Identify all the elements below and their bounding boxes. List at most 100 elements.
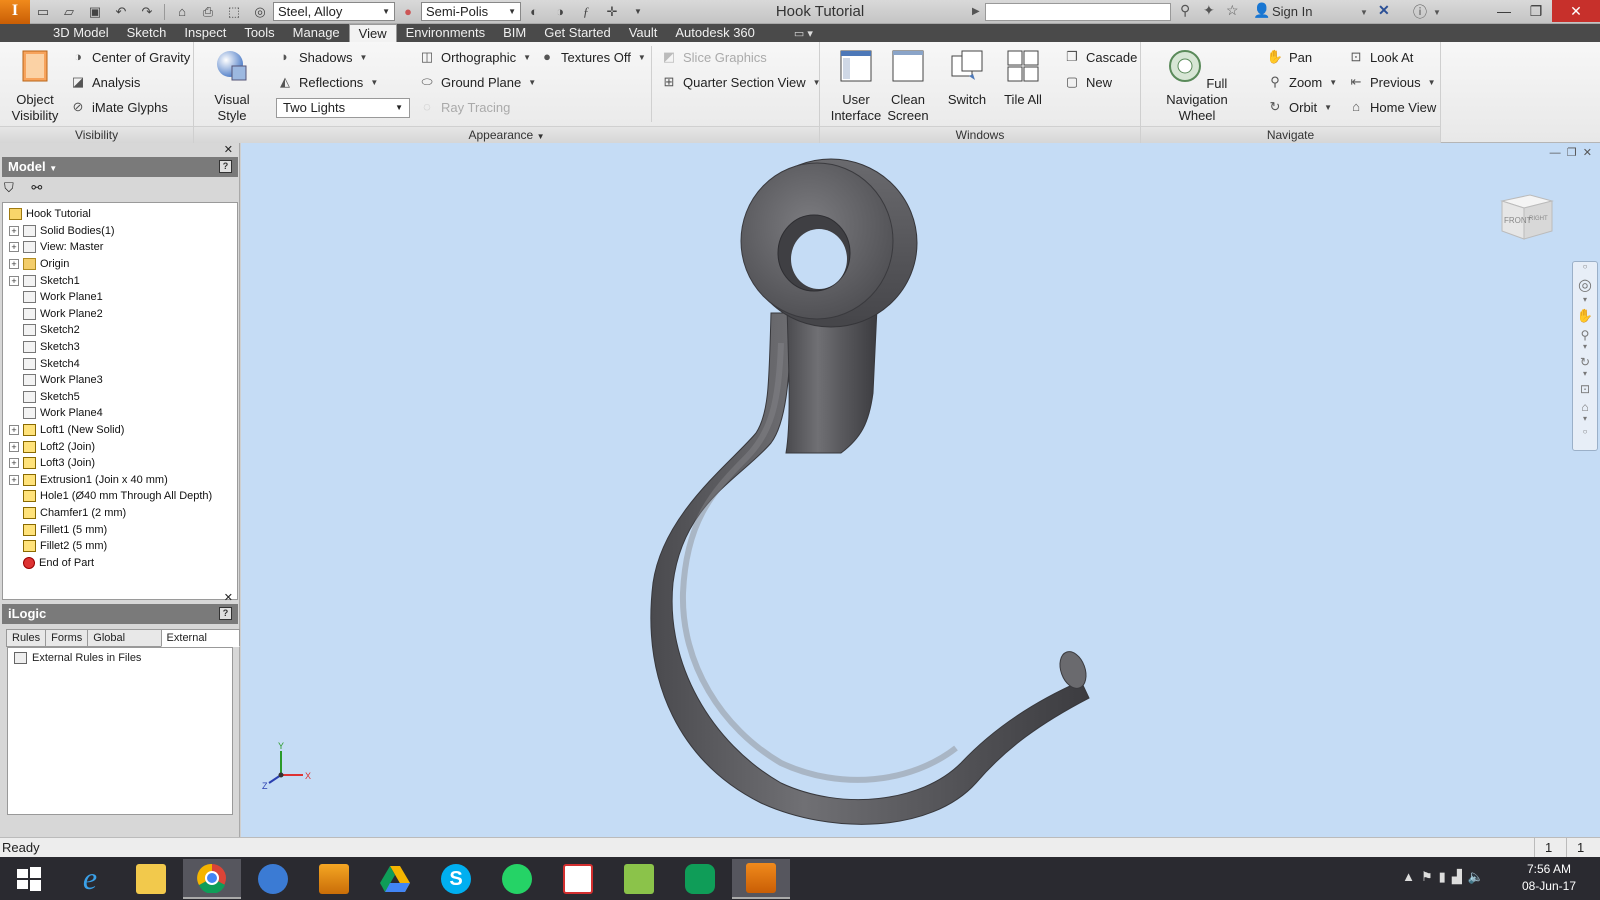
tree-item[interactable]: + Solid Bodies(1) [3,223,237,240]
object-visibility-button[interactable]: Object Visibility [6,48,64,124]
help-icon[interactable]: ? [219,607,232,620]
taskbar-hangouts[interactable] [671,859,729,899]
orbit-dropdown[interactable]: ↻ Orbit ▼ [1266,99,1333,115]
home-icon[interactable]: ⌂ [171,2,193,22]
hook-model[interactable] [241,143,1600,837]
expand-search-icon[interactable]: ▶ [972,6,980,17]
inventor-logo[interactable]: I [0,0,30,24]
expand-plus-icon[interactable]: + [9,242,19,253]
find-binoculars-icon[interactable]: ⚯ [31,180,42,195]
communication-icon[interactable]: ✦ [1203,2,1215,19]
minimize-icon[interactable]: — [1488,0,1520,22]
clean-screen-button[interactable]: Clean Screen [884,48,932,124]
adjust-appearance-icon[interactable]: ◐ [523,2,545,22]
taskbar-google-drive[interactable] [366,859,424,899]
visual-style-button[interactable]: Visual Style [202,48,262,124]
tray-expand-icon[interactable]: ▲ [1402,869,1421,884]
battery-icon[interactable]: ▮ [1439,869,1452,884]
volume-icon[interactable]: 🔈 [1468,869,1490,884]
pan-button[interactable]: ✋ Pan [1266,49,1312,65]
material-select[interactable]: Steel, Alloy ▼ [273,2,395,21]
expand-plus-icon[interactable]: + [9,474,19,485]
tree-item[interactable]: Hook Tutorial [3,206,237,223]
look-at-button[interactable]: ⊡ Look At [1347,49,1414,65]
print-icon[interactable]: ⎙ [197,2,219,22]
tab-forms[interactable]: Forms [45,629,89,647]
tree-item[interactable]: + View: Master [3,239,237,256]
help-icon[interactable]: ? [219,160,232,173]
tab-tools[interactable]: Tools [235,24,283,42]
tab-3d-model[interactable]: 3D Model [44,24,118,42]
expand-plus-icon[interactable]: + [9,458,19,469]
model-browser-header[interactable]: Model ▼ ? [2,157,238,177]
zoom-dropdown[interactable]: ⚲ Zoom ▼ [1266,74,1337,90]
taskbar-chrome[interactable] [183,858,241,899]
analysis-button[interactable]: ◪ Analysis [69,74,141,90]
tree-item[interactable]: Sketch3 [3,339,237,356]
appearance-select[interactable]: Semi-Polis ▼ [421,2,521,21]
tree-item[interactable]: + Extrusion1 (Join x 40 mm) [3,472,237,489]
exchange-apps-icon[interactable]: ✕ [1378,2,1390,19]
slice-graphics-button[interactable]: ◩ Slice Graphics [660,49,767,65]
tab-global-forms[interactable]: Global Forms [87,629,162,660]
tree-item[interactable]: Chamfer1 (2 mm) [3,505,237,522]
parameters-icon[interactable]: ƒ [575,2,597,22]
tab-external-rules[interactable]: External Rules [160,629,240,660]
start-button[interactable] [0,859,58,899]
chevron-down-icon[interactable]: ▼ [1360,8,1368,17]
previous-view-dropdown[interactable]: ⇤ Previous ▼ [1347,74,1436,90]
tab-autodesk-360[interactable]: Autodesk 360 [666,24,764,42]
taskbar-whatsapp[interactable] [488,859,546,899]
tree-item[interactable]: Work Plane3 [3,372,237,389]
tile-all-button[interactable]: Tile All [998,48,1048,108]
select-icon[interactable]: ⬚ [223,2,245,22]
save-icon[interactable]: ▣ [84,2,106,22]
tab-rules[interactable]: Rules [6,629,47,647]
tree-item[interactable]: End of Part [3,554,237,571]
external-rules-item[interactable]: External Rules in Files [14,652,226,664]
help-search-input[interactable] [985,3,1171,21]
tree-item[interactable]: + Sketch1 [3,272,237,289]
expand-plus-icon[interactable]: + [9,275,19,286]
filter-icon[interactable]: ⛉ [4,180,14,195]
ribbon-display-toggle-icon[interactable]: ▭ ▾ [794,27,813,40]
clear-appearance-icon[interactable]: ◑ [549,2,571,22]
help-icon[interactable]: ⓘ [1413,2,1427,22]
tab-get-started[interactable]: Get Started [535,24,619,42]
tab-manage[interactable]: Manage [284,24,349,42]
home-view-button[interactable]: ⌂ Home View [1347,99,1436,115]
search-icon[interactable]: ⚲ [1180,2,1190,19]
orthographic-dropdown[interactable]: ◫ Orthographic ▼ [418,49,531,65]
taskbar-acrobat-reader[interactable] [549,859,607,899]
signal-icon[interactable]: ▟ [1452,869,1468,884]
close-icon[interactable]: ✕ [224,143,233,156]
expand-plus-icon[interactable]: + [9,259,19,270]
tab-sketch[interactable]: Sketch [118,24,176,42]
tree-item[interactable]: Work Plane2 [3,306,237,323]
sign-in-link[interactable]: Sign In [1272,4,1312,19]
action-center-flag-icon[interactable]: ⚑ [1421,869,1439,884]
taskbar-network-app[interactable] [244,859,302,899]
taskbar-autodesk-suite[interactable] [305,859,363,899]
tab-inspect[interactable]: Inspect [175,24,235,42]
customize-icon[interactable]: ▼ [627,2,649,22]
maximize-icon[interactable]: ❐ [1520,0,1552,22]
favorites-star-icon[interactable]: ☆ [1226,2,1239,19]
tree-item[interactable]: Work Plane1 [3,289,237,306]
new-window-button[interactable]: ▢ New [1063,74,1112,90]
appearance-panel-title[interactable]: Appearance ▼ [194,126,819,143]
taskbar-file-explorer[interactable] [122,859,180,899]
tree-item[interactable]: Sketch4 [3,355,237,372]
measure-icon[interactable]: ✛ [601,2,623,22]
user-interface-button[interactable]: User Interface [830,48,882,124]
textures-off-dropdown[interactable]: ● Textures Off ▼ [538,49,646,65]
ilogic-header[interactable]: iLogic ? [2,604,238,624]
tree-item[interactable]: + Loft3 (Join) [3,455,237,472]
expand-plus-icon[interactable]: + [9,225,19,236]
chevron-down-icon[interactable]: ▼ [1433,8,1441,17]
new-icon[interactable]: ▭ [32,2,54,22]
expand-plus-icon[interactable]: + [9,441,19,452]
tree-item[interactable]: + Origin [3,256,237,273]
cascade-button[interactable]: ❐ Cascade [1063,49,1137,65]
tree-item[interactable]: Sketch5 [3,389,237,406]
